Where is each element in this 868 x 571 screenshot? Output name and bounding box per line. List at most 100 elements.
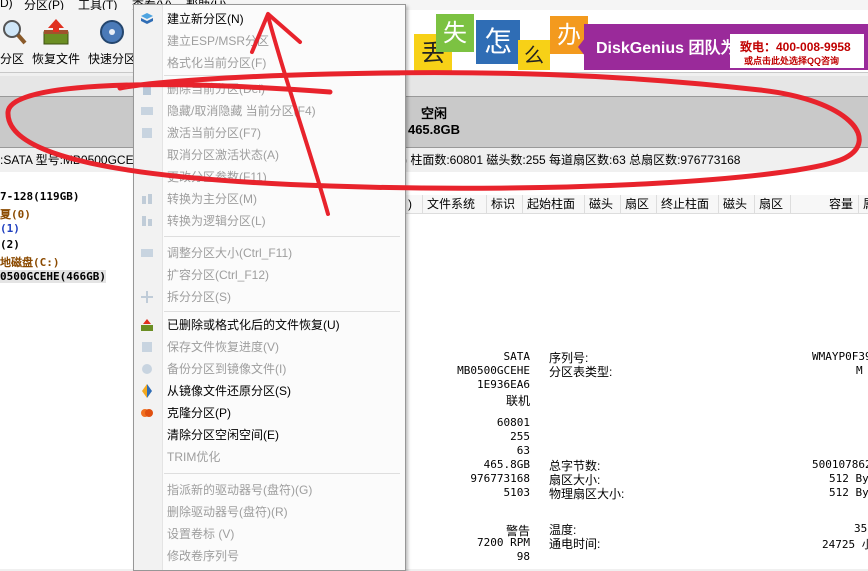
menu-item-delete-partition[interactable]: 删除当前分区(Del) (134, 78, 405, 100)
menu-item-change-volume-serial[interactable]: 修改卷序列号 (134, 545, 405, 567)
new-partition-icon (141, 13, 153, 24)
value-partition-table-type: M (856, 364, 863, 377)
banner-phone: 致电：400-008-9958 (740, 40, 851, 54)
col-filesystem[interactable]: 文件系统 (422, 195, 485, 213)
menu-item-create-esp-msr[interactable]: 建立ESP/MSR分区 (134, 30, 405, 52)
menu-item-remove-drive-letter[interactable]: 删除驱动器号(盘符)(R) (134, 501, 405, 523)
recover-files-label: 恢复文件 (31, 52, 80, 66)
partition-table-header: ) 文件系统 标识 起始柱面 磁头 扇区 终止柱面 磁头 扇区 容量 属 (404, 195, 868, 214)
menu-item-trim-optimize[interactable]: TRIM优化 (134, 446, 405, 468)
disk-detail-panel: SATA MB0500GCEHE 1E936EA6 联机 60801 255 6… (404, 346, 868, 569)
restore-image-icon (142, 384, 152, 398)
banner-char-2: 失 (436, 14, 474, 52)
disk-info-left: :SATA 型号:MB0500GCEHE (0, 153, 151, 167)
value-total-bytes: 500107862 (812, 458, 868, 471)
col-sector[interactable]: 扇区 (620, 195, 655, 213)
col-head[interactable]: 磁头 (584, 195, 619, 213)
detail-status: 联机 (505, 394, 530, 408)
menu-item-hide-partition[interactable]: 隐藏/取消隐藏 当前分区(F4) (134, 100, 405, 122)
quick-partition-icon (100, 20, 124, 44)
banner-char-4: 么 (518, 40, 550, 70)
detail-disk-id: 1E936EA6 (477, 378, 530, 391)
menu-item-split-partition[interactable]: 拆分分区(S) (134, 286, 405, 308)
toolbar-partition-label: 分区 (0, 52, 24, 66)
menu-item-convert-logical[interactable]: 转换为逻辑分区(L) (134, 210, 405, 232)
col-end-cylinder[interactable]: 终止柱面 (656, 195, 717, 213)
value-temperature: 35 (854, 522, 868, 535)
quick-partition-label: 快速分区 (87, 52, 136, 66)
tree-item-partition1[interactable]: (1) (0, 222, 20, 235)
disk-info-right: ) 柱面数:60801 磁头数:255 每道扇区数:63 总扇区数:976773… (403, 153, 741, 167)
detail-cylinders: 60801 (496, 416, 530, 429)
recover-files-button[interactable]: 恢复文件 (28, 14, 84, 70)
disk-bar-strip (0, 76, 868, 96)
detail-heads: 255 (510, 430, 530, 443)
menu-item-backup-to-image[interactable]: 备份分区到镜像文件(I) (134, 358, 405, 380)
quick-partition-button[interactable]: 快速分区 (84, 14, 140, 70)
detail-sectors-per-track: 63 (516, 444, 530, 457)
menu-item-restore-from-image[interactable]: 从镜像文件还原分区(S) (134, 380, 405, 402)
tree-item-local-disk-c[interactable]: 地磁盘(C:) (0, 254, 60, 270)
save-progress-icon (142, 342, 152, 352)
menu-item-clone-partition[interactable]: 克隆分区(P) (134, 402, 405, 424)
menu-item-deactivate-partition[interactable]: 取消分区激活状态(A) (134, 144, 405, 166)
banner-char-3: 怎 (476, 20, 520, 64)
col-capacity[interactable]: 容量 (790, 195, 857, 213)
menu-item-activate-partition[interactable]: 激活当前分区(F7) (134, 122, 405, 144)
value-sector-size: 512 By (829, 472, 868, 485)
col-id[interactable]: 标识 (486, 195, 521, 213)
detail-power-count: 98 (516, 550, 530, 563)
backup-image-icon (142, 364, 152, 374)
menu-item-convert-primary[interactable]: 转换为主分区(M) (134, 188, 405, 210)
value-power-on-time: 24725 小 (822, 538, 868, 551)
value-physical-sector-size: 512 By (829, 486, 868, 499)
tree-item-disk1[interactable]: 0500GCEHE(466GB) (0, 270, 106, 283)
menu-item-resize-partition[interactable]: 调整分区大小(Ctrl_F11) (134, 242, 405, 264)
menu-item-set-volume-label[interactable]: 设置卷标 (V) (134, 523, 405, 545)
menu-item-file-recovery[interactable]: 已删除或格式化后的文件恢复(U) (134, 314, 405, 336)
tree-item-partition0[interactable]: 夏(0) (0, 206, 31, 222)
menu-item-save-recovery-progress[interactable]: 保存文件恢复进度(V) (134, 336, 405, 358)
partition-context-menu: 建立新分区(N) 建立ESP/MSR分区 格式化当前分区(F) 删除当前分区(D… (133, 4, 406, 571)
col-attributes[interactable]: 属 (858, 195, 868, 213)
convert-logical-icon (142, 216, 152, 226)
free-space-label: 空闲 (420, 106, 447, 121)
disk-tree: 7-128(119GB) 夏(0) (1) (2) 地磁盘(C:) 0500GC… (0, 172, 134, 569)
activate-partition-icon (142, 128, 152, 138)
detail-total-sectors: 976773168 (470, 472, 530, 485)
label-power-on-time: 通电时间: (549, 537, 601, 551)
label-physical-sector-size: 物理扇区大小: (549, 487, 625, 501)
disk-map-bar[interactable]: 空闲 465.8GB (0, 96, 868, 148)
menu-disk[interactable]: D) (0, 0, 13, 10)
detail-interface: SATA (503, 350, 531, 363)
col-end-head[interactable]: 磁头 (718, 195, 753, 213)
detail-capacity: 465.8GB (483, 458, 530, 471)
detail-model: MB0500GCEHE (457, 364, 530, 377)
hide-partition-icon (141, 107, 153, 115)
col-start-cylinder[interactable]: 起始柱面 (522, 195, 583, 213)
split-partition-icon (141, 291, 153, 303)
banner-qq-link[interactable]: 或点击此处选择QQ咨询 (744, 54, 839, 67)
menu-item-format-partition[interactable]: 格式化当前分区(F) (134, 52, 405, 74)
file-recovery-icon (141, 319, 153, 331)
free-space-size: 465.8GB (407, 122, 461, 137)
tree-item-disk0[interactable]: 7-128(119GB) (0, 190, 79, 203)
clone-partition-icon (141, 409, 153, 417)
menu-item-change-parameters[interactable]: 更改分区参数(F11) (134, 166, 405, 188)
disk-info-line: :SATA 型号:MB0500GCEHE ) 柱面数:60801 磁头数:255… (0, 150, 868, 170)
resize-partition-icon (141, 249, 153, 257)
col-end-sector[interactable]: 扇区 (754, 195, 789, 213)
menu-item-new-partition[interactable]: 建立新分区(N) (134, 8, 405, 30)
recover-files-icon (43, 19, 69, 45)
tree-item-partition2[interactable]: (2) (0, 238, 20, 251)
menu-partition[interactable]: 分区(P) (24, 0, 64, 10)
banner-ad[interactable]: 丢 失 怎 么 办 DiskGenius 团队为您服务 致电：400-008-9… (400, 10, 868, 72)
value-serial: WMAYP0F39 (812, 350, 868, 363)
menu-item-assign-drive-letter[interactable]: 指派新的驱动器号(盘符)(G) (134, 479, 405, 501)
menu-tools[interactable]: 工具(T) (78, 0, 117, 10)
menu-item-clear-free-space[interactable]: 清除分区空闲空间(E) (134, 424, 405, 446)
menu-item-extend-partition[interactable]: 扩容分区(Ctrl_F12) (134, 264, 405, 286)
convert-primary-icon (142, 194, 152, 204)
label-partition-table-type: 分区表类型: (549, 365, 613, 379)
detail-extra: 5103 (503, 486, 531, 499)
